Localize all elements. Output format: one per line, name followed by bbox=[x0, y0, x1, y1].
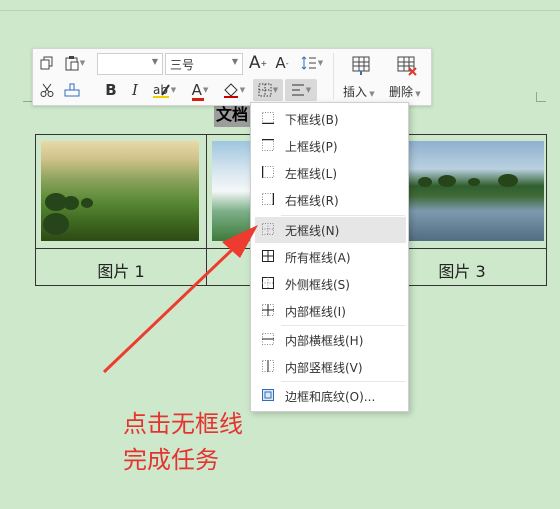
annotation-text-line2: 完成任务 bbox=[123, 446, 219, 474]
annotation-text-line1: 点击无框线 bbox=[123, 410, 243, 438]
annotation-arrow bbox=[102, 225, 258, 374]
